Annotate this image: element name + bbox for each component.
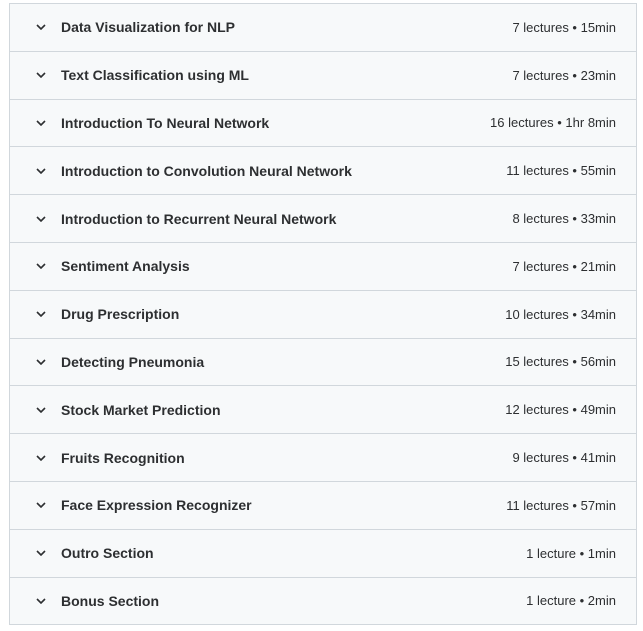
section-row[interactable]: Fruits Recognition 9 lectures • 41min	[10, 434, 636, 482]
section-row[interactable]: Face Expression Recognizer 11 lectures • …	[10, 481, 636, 530]
section-meta: 11 lectures • 55min	[506, 163, 616, 179]
section-row[interactable]: Text Classification using ML 7 lectures •…	[10, 51, 636, 100]
section-title: Fruits Recognition	[61, 449, 185, 466]
chevron-down-icon[interactable]	[34, 546, 48, 560]
section-title: Introduction to Convolution Neural Netwo…	[61, 162, 352, 179]
section-meta: 7 lectures • 15min	[512, 19, 616, 35]
section-row[interactable]: Sentiment Analysis 7 lectures • 21min	[10, 242, 636, 291]
section-meta: 1 lecture • 2min	[526, 593, 616, 609]
section-meta: 7 lectures • 21min	[512, 258, 616, 274]
section-row[interactable]: Bonus Section 1 lecture • 2min	[10, 577, 636, 626]
section-meta: 9 lectures • 41min	[512, 450, 616, 466]
section-meta: 16 lectures • 1hr 8min	[490, 115, 616, 131]
chevron-down-icon[interactable]	[34, 212, 48, 226]
chevron-down-icon[interactable]	[34, 403, 48, 417]
section-row[interactable]: Stock Market Prediction 12 lectures • 49m…	[10, 386, 636, 435]
chevron-down-icon[interactable]	[34, 116, 48, 130]
chevron-down-icon[interactable]	[34, 594, 48, 608]
section-row[interactable]: Introduction to Recurrent Neural Network…	[10, 195, 636, 243]
section-title: Data Visualization for NLP	[61, 19, 235, 36]
chevron-down-icon[interactable]	[34, 498, 48, 512]
section-meta: 10 lectures • 34min	[505, 306, 616, 322]
chevron-down-icon[interactable]	[34, 68, 48, 82]
section-row[interactable]: Outro Section 1 lecture • 1min	[10, 529, 636, 578]
section-title: Sentiment Analysis	[61, 258, 190, 275]
section-title: Bonus Section	[61, 592, 160, 609]
section-row[interactable]: Data Visualization for NLP 7 lectures • 1…	[10, 4, 636, 52]
section-meta: 8 lectures • 33min	[512, 211, 616, 227]
section-meta: 7 lectures • 23min	[512, 67, 616, 83]
section-row[interactable]: Introduction to Convolution Neural Netwo…	[10, 147, 636, 196]
course-sections-list: Data Visualization for NLP 7 lectures • 1…	[9, 3, 637, 626]
section-meta: 15 lectures • 56min	[505, 354, 616, 370]
chevron-down-icon[interactable]	[34, 164, 48, 178]
section-row[interactable]: Introduction To Neural Network 16 lecture…	[10, 99, 636, 148]
chevron-down-icon[interactable]	[34, 451, 48, 465]
section-title: Text Classification using ML	[61, 67, 249, 84]
chevron-down-icon[interactable]	[34, 355, 48, 369]
section-meta: 1 lecture • 1min	[526, 545, 616, 561]
chevron-down-icon[interactable]	[34, 20, 48, 34]
section-row[interactable]: Drug Prescription 10 lectures • 34min	[10, 290, 636, 339]
section-meta: 12 lectures • 49min	[505, 402, 616, 418]
section-title: Detecting Pneumonia	[61, 353, 205, 370]
section-row[interactable]: Detecting Pneumonia 15 lectures • 56min	[10, 338, 636, 387]
section-title: Stock Market Prediction	[61, 401, 221, 418]
section-meta: 11 lectures • 57min	[506, 497, 616, 513]
section-title: Face Expression Recognizer	[61, 497, 252, 514]
section-title: Drug Prescription	[61, 306, 180, 323]
section-title: Outro Section	[61, 545, 154, 562]
chevron-down-icon[interactable]	[34, 259, 48, 273]
chevron-down-icon[interactable]	[34, 307, 48, 321]
section-title: Introduction to Recurrent Neural Network	[61, 210, 337, 227]
section-title: Introduction To Neural Network	[61, 114, 270, 131]
